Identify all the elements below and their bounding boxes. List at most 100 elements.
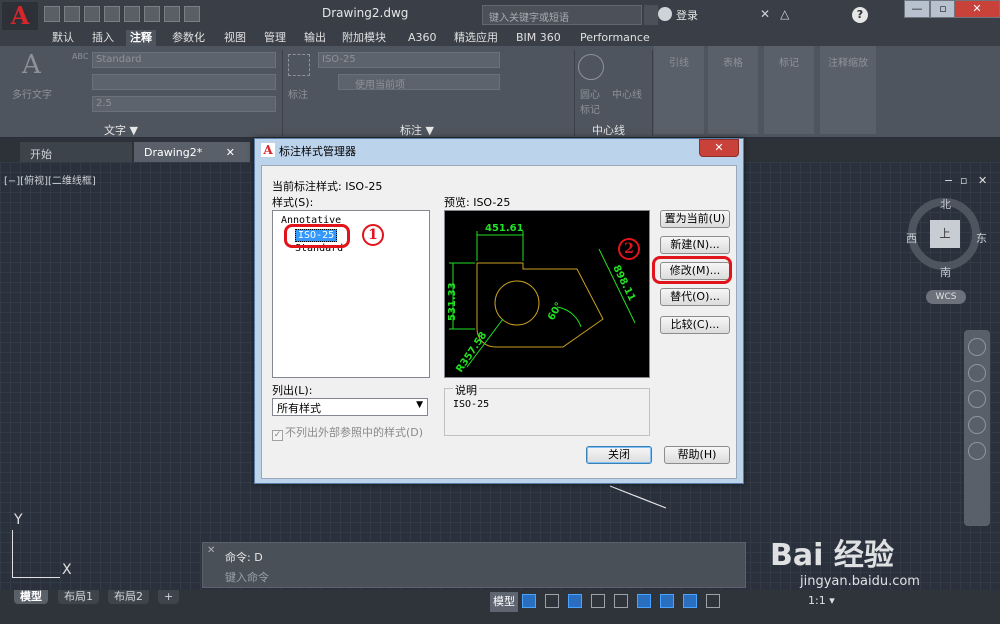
maximize-button[interactable]: ▫ — [930, 0, 956, 18]
viewport-minimize-icon[interactable]: − — [944, 174, 953, 187]
customize-qat-icon[interactable] — [184, 6, 200, 22]
spell-check-icon[interactable]: ABC — [72, 52, 88, 61]
tab-parametric[interactable]: 参数化 — [168, 30, 209, 46]
center-mark-label[interactable]: 圆心 标记 — [580, 86, 600, 116]
panel-separator — [282, 50, 283, 136]
save-icon[interactable] — [84, 6, 100, 22]
table-panel[interactable]: 表格 — [708, 46, 758, 134]
ortho-icon[interactable] — [568, 594, 582, 608]
tab-manage[interactable]: 管理 — [260, 30, 290, 46]
tab-a360[interactable]: A360 — [404, 30, 441, 46]
viewport-label[interactable]: [−][俯视][二维线框] — [4, 172, 96, 187]
compass-east[interactable]: 东 — [976, 230, 987, 246]
centerline-label[interactable]: 中心线 — [612, 86, 642, 101]
doc-tab-drawing2[interactable]: Drawing2* ✕ — [134, 142, 250, 162]
orbit-icon[interactable] — [968, 416, 986, 434]
save-as-icon[interactable] — [104, 6, 120, 22]
undo-icon[interactable] — [144, 6, 160, 22]
set-current-button[interactable]: 置为当前(U) — [660, 210, 730, 228]
dimension-icon[interactable] — [288, 54, 310, 76]
tab-annotate[interactable]: 注释 — [126, 30, 156, 46]
snap-icon[interactable] — [545, 594, 559, 608]
text-height-select[interactable]: 2.5 — [92, 96, 276, 112]
tab-bim360[interactable]: BIM 360 — [512, 30, 565, 46]
pan-icon[interactable] — [968, 364, 986, 382]
style-preview: 451.61 531.33 898.11 60° R357.58 — [444, 210, 650, 378]
auto-scale-icon[interactable] — [706, 594, 720, 608]
object-snap-tracking-icon[interactable] — [637, 594, 651, 608]
compass-north[interactable]: 北 — [940, 196, 951, 212]
command-line: ✕ 命令: D 键入命令 — [202, 542, 746, 588]
object-snap-icon[interactable] — [660, 594, 674, 608]
annotation-scale-select[interactable]: 1:1 ▾ — [808, 594, 835, 607]
showmotion-icon[interactable] — [968, 442, 986, 460]
multiline-text-icon[interactable]: A — [22, 50, 41, 80]
command-line-close-icon[interactable]: ✕ — [207, 545, 215, 556]
search-input[interactable]: 键入关键字或短语 — [482, 5, 642, 25]
close-window-button[interactable]: ✕ — [954, 0, 1000, 18]
doc-tab-start[interactable]: 开始 — [20, 142, 132, 162]
open-file-icon[interactable] — [64, 6, 80, 22]
viewcube-top-face[interactable]: 上 — [930, 220, 960, 248]
panel-separator — [574, 50, 575, 136]
steering-wheel-icon[interactable] — [968, 338, 986, 356]
text-find-input[interactable] — [92, 74, 276, 90]
search-icon[interactable] — [644, 5, 658, 25]
minimize-button[interactable]: — — [904, 0, 930, 18]
text-panel-title[interactable]: 文字 ▼ — [104, 122, 138, 138]
dim-layer-select[interactable]: 使用当前项 — [338, 74, 500, 91]
tab-view[interactable]: 视图 — [220, 30, 250, 46]
layout-tab-1[interactable]: 布局1 — [58, 590, 99, 604]
override-style-button[interactable]: 替代(O)... — [660, 288, 730, 306]
close-tab-icon[interactable]: ✕ — [226, 146, 235, 159]
new-style-button[interactable]: 新建(N)... — [660, 236, 730, 254]
dim-style-select[interactable]: ISO-25 — [318, 52, 500, 68]
annotation-visibility-icon[interactable] — [683, 594, 697, 608]
help-button[interactable]: 帮助(H) — [664, 446, 730, 464]
dialog-close-button[interactable]: ✕ — [699, 139, 739, 157]
polar-icon[interactable] — [591, 594, 605, 608]
new-file-icon[interactable] — [44, 6, 60, 22]
dim-panel-title[interactable]: 标注 ▼ — [400, 122, 434, 138]
compare-style-button[interactable]: 比较(C)... — [660, 316, 730, 334]
list-filter-select[interactable]: 所有样式 ▼ — [272, 398, 428, 416]
a360-icon[interactable]: △ — [780, 7, 789, 21]
viewport-close-icon[interactable]: ✕ — [978, 174, 987, 187]
print-icon[interactable] — [124, 6, 140, 22]
redo-icon[interactable] — [164, 6, 180, 22]
dimension-label[interactable]: 标注 — [288, 86, 308, 101]
compass-west[interactable]: 西 — [906, 230, 917, 246]
annotation-scaling-label: 注释缩放 — [828, 58, 868, 69]
leader-panel[interactable]: 引线 — [654, 46, 704, 134]
tab-featured-apps[interactable]: 精选应用 — [450, 30, 502, 46]
application-menu-button[interactable]: A — [2, 2, 38, 30]
center-mark-icon[interactable] — [578, 54, 604, 80]
isometric-icon[interactable] — [614, 594, 628, 608]
wcs-menu[interactable]: WCS — [926, 290, 966, 304]
login-button[interactable]: 登录 — [676, 7, 698, 23]
layout-tab-2[interactable]: 布局2 — [108, 590, 149, 604]
annotation-scaling-panel[interactable]: 注释缩放 — [820, 46, 876, 134]
xref-checkbox[interactable]: ✓ 不列出外部参照中的样式(D) — [272, 424, 423, 441]
text-style-select[interactable]: Standard — [92, 52, 276, 68]
tab-performance[interactable]: Performance — [576, 30, 654, 46]
zoom-extents-icon[interactable] — [968, 390, 986, 408]
multiline-text-label[interactable]: 多行文字 — [12, 86, 52, 101]
close-button[interactable]: 关闭 — [586, 446, 652, 464]
tab-addins[interactable]: 附加模块 — [338, 30, 390, 46]
tab-insert[interactable]: 插入 — [88, 30, 118, 46]
preview-dim-right: 898.11 — [610, 263, 637, 303]
model-space-button[interactable]: 模型 — [490, 592, 518, 612]
add-layout-button[interactable]: + — [158, 590, 180, 604]
grid-icon[interactable] — [522, 594, 536, 608]
exchange-icon[interactable]: ✕ — [760, 7, 770, 21]
help-icon[interactable]: ? — [852, 7, 868, 23]
markup-panel[interactable]: 标记 — [764, 46, 814, 134]
compass-south[interactable]: 南 — [940, 264, 951, 280]
tab-output[interactable]: 输出 — [300, 30, 330, 46]
user-icon — [658, 7, 672, 21]
tab-default[interactable]: 默认 — [48, 30, 78, 46]
viewport-restore-icon[interactable]: ▫ — [960, 174, 967, 187]
command-input[interactable]: 键入命令 — [225, 569, 735, 585]
layout-tab-model[interactable]: 模型 — [14, 590, 48, 604]
